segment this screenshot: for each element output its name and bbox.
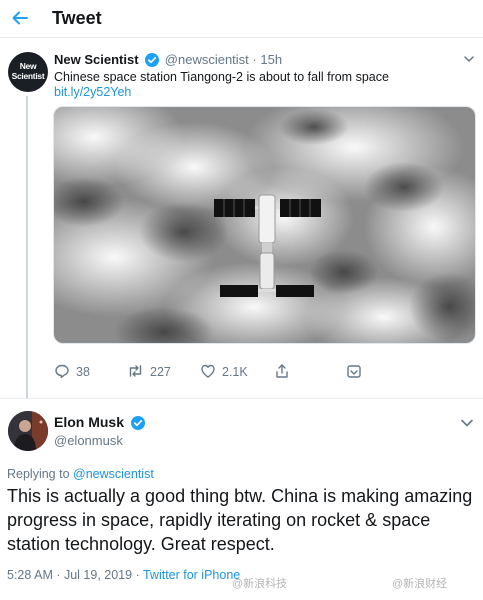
author-name[interactable]: Elon Musk: [54, 414, 124, 430]
analytics-button[interactable]: [346, 363, 368, 381]
page-title: Tweet: [52, 8, 102, 28]
tweet-divider: [0, 398, 483, 399]
tweet-meta: 5:28 AM · Jul 19, 2019 · Twitter for iPh…: [7, 568, 240, 582]
tweet-photo[interactable]: [53, 106, 476, 344]
share-button[interactable]: [274, 363, 296, 381]
more-options-icon[interactable]: [458, 414, 476, 432]
quoted-tweet-header: New Scientist @newscientist · 15h: [54, 52, 282, 70]
avatar-logo-text: New: [19, 61, 37, 71]
retweet-count: 227: [150, 365, 171, 379]
author-handle[interactable]: @newscientist: [165, 52, 249, 67]
separator-dot: ·: [252, 52, 257, 67]
verified-badge-icon: [130, 416, 145, 433]
profile-photo: [8, 411, 48, 451]
author-name[interactable]: New Scientist: [54, 52, 139, 67]
author-handle[interactable]: @elonmusk: [54, 433, 123, 448]
main-tweet-text: This is actually a good thing btw. China…: [7, 486, 473, 554]
watermark-left: @新浪科技: [232, 578, 288, 590]
watermark-right: @新浪财经: [392, 578, 448, 590]
like-button[interactable]: 2.1K: [200, 363, 248, 381]
analytics-icon: [347, 365, 361, 378]
replying-prefix: Replying to: [7, 467, 70, 481]
tweet-time[interactable]: 15h: [260, 52, 282, 67]
share-icon: [276, 364, 288, 378]
thread-connector-line: [26, 96, 28, 398]
top-bar: Tweet: [0, 0, 483, 38]
space-station-image: [54, 107, 475, 343]
new-scientist-avatar[interactable]: New Scientist: [8, 52, 48, 92]
tweet-client-link[interactable]: Twitter for iPhone: [143, 568, 240, 582]
retweet-button[interactable]: 227: [127, 363, 171, 381]
main-author-row: Elon Musk: [54, 414, 147, 433]
retweet-icon: [129, 365, 142, 377]
like-count: 2.1K: [222, 365, 248, 379]
back-arrow-icon[interactable]: [10, 8, 30, 28]
verified-badge-icon: [145, 53, 160, 70]
replying-to-link[interactable]: @newscientist: [73, 467, 154, 481]
reply-button[interactable]: 38: [54, 363, 90, 381]
tweet-timestamp[interactable]: 5:28 AM · Jul 19, 2019 ·: [7, 568, 140, 582]
elon-musk-avatar[interactable]: [8, 411, 48, 451]
reply-count: 38: [76, 365, 90, 379]
like-icon: [201, 364, 215, 378]
chevron-down-icon[interactable]: [462, 52, 476, 66]
tweet-link[interactable]: bit.ly/2y52Yeh: [54, 85, 131, 99]
quoted-tweet-text: Chinese space station Tiangong-2 is abou…: [54, 70, 389, 84]
avatar-logo-text: Scientist: [11, 71, 45, 81]
replying-to-line: Replying to @newscientist: [7, 467, 154, 481]
reply-icon: [55, 364, 69, 379]
